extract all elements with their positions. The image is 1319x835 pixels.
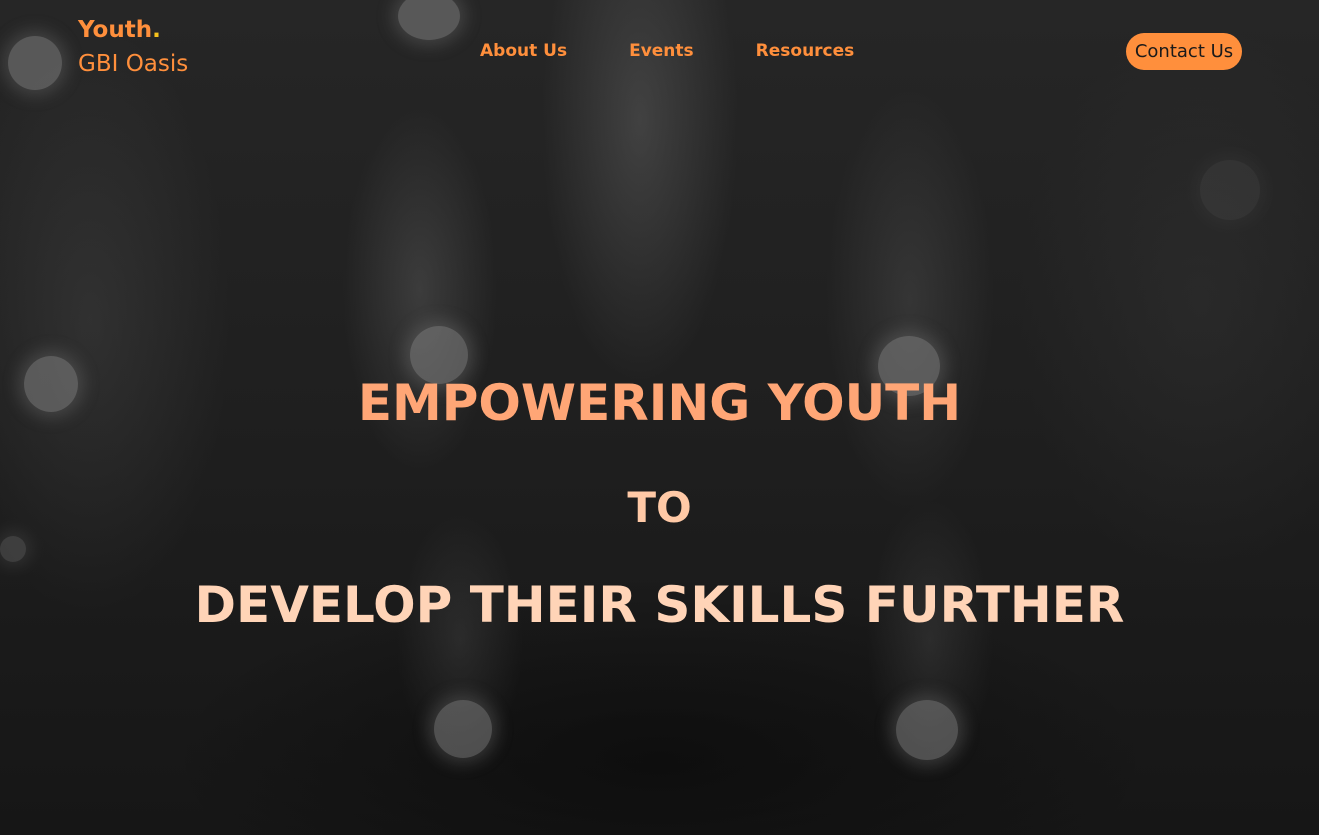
nav-link-events[interactable]: Events	[629, 38, 694, 64]
logo-subtitle: GBI Oasis	[78, 51, 189, 77]
logo[interactable]: Youth. GBI Oasis	[78, 14, 188, 82]
hero-headline-line-3: DEVELOP THEIR SKILLS FURTHER	[194, 576, 1125, 634]
logo-wordmark: Youth.	[78, 14, 188, 46]
hero-headline-line-2: TO	[627, 483, 692, 532]
logo-name: Youth	[78, 17, 153, 43]
hero-headline-line-1: EMPOWERING YOUTH	[357, 374, 962, 432]
stage-light	[0, 536, 26, 562]
site-header: Youth. GBI Oasis About Us Events Resourc…	[0, 0, 1319, 100]
logo-dot: .	[152, 17, 161, 43]
stage-light	[1200, 160, 1260, 220]
stage-light	[896, 700, 958, 760]
main-nav: About Us Events Resources	[480, 38, 854, 64]
stage-light	[434, 700, 492, 758]
nav-link-about-us[interactable]: About Us	[480, 38, 567, 64]
nav-link-resources[interactable]: Resources	[756, 38, 855, 64]
contact-us-button[interactable]: Contact Us	[1126, 33, 1242, 70]
